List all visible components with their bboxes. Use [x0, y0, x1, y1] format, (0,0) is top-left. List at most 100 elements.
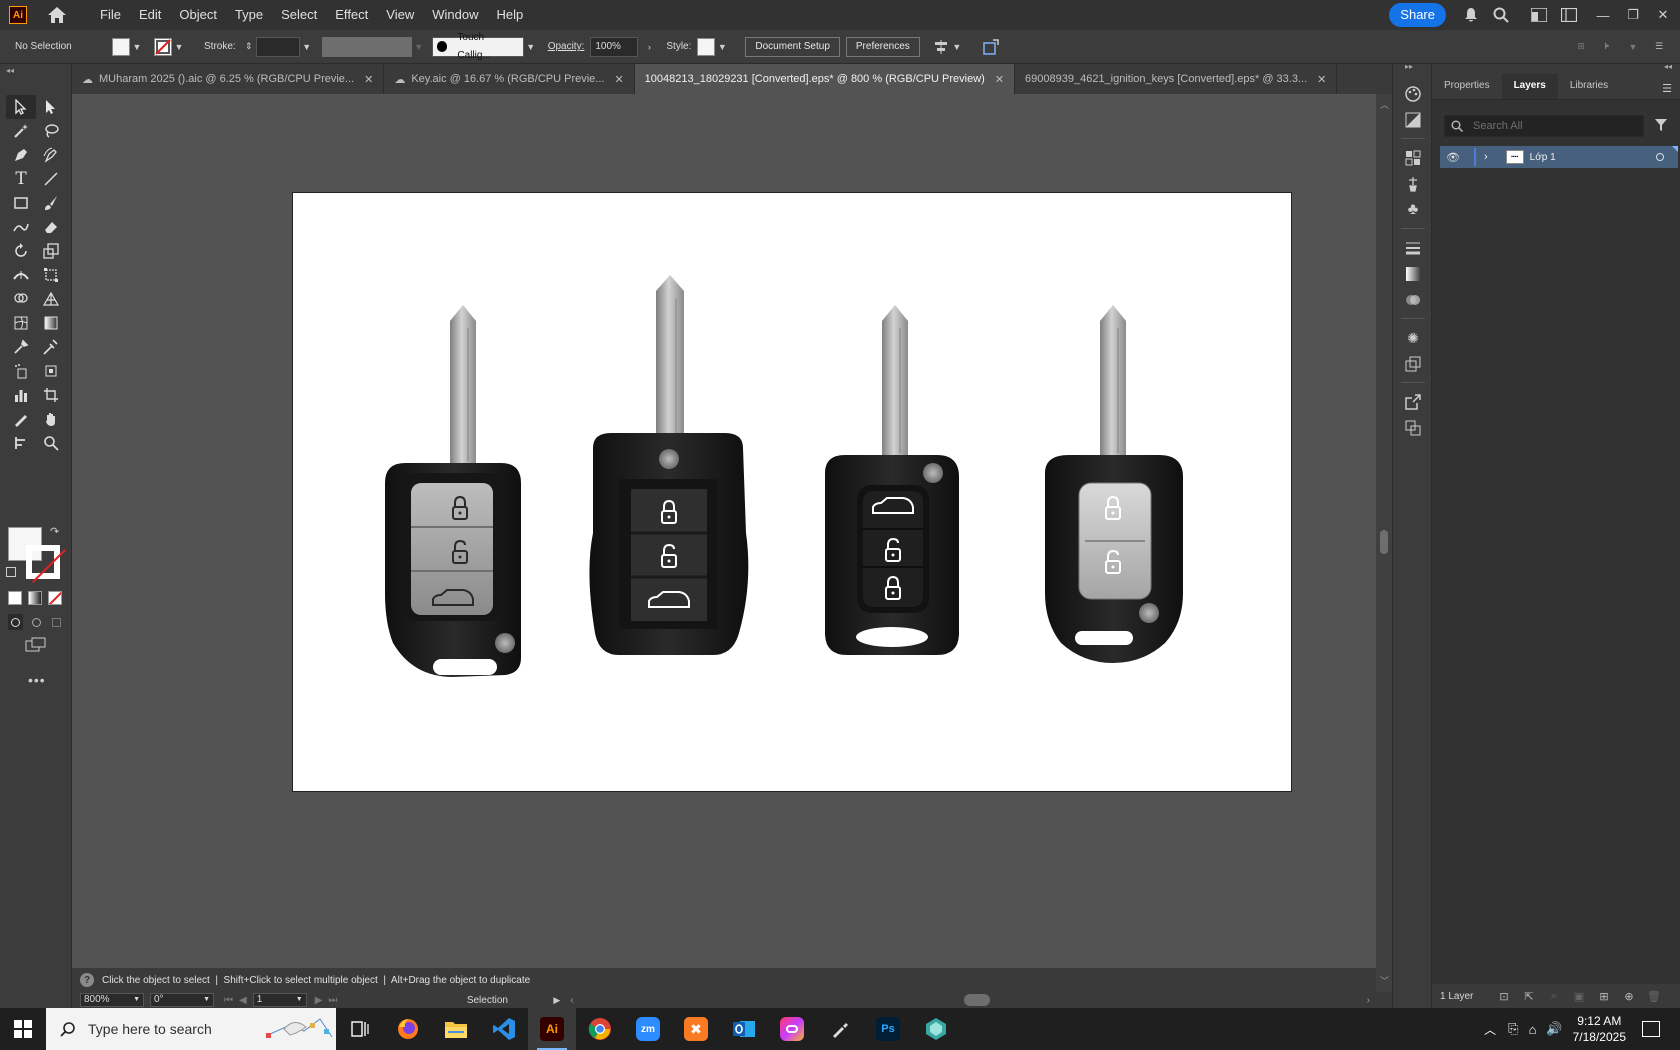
gradient-panel-icon[interactable] — [1403, 264, 1423, 284]
chevron-down-icon[interactable]: ▼ — [296, 994, 303, 1006]
stroke-weight-field[interactable] — [255, 36, 300, 57]
default-fill-stroke-icon[interactable] — [6, 567, 16, 577]
curvature-tool-icon[interactable] — [36, 143, 66, 167]
chevron-down-icon[interactable]: ﹀ — [1380, 974, 1389, 987]
brushes-icon[interactable] — [1403, 174, 1423, 194]
chevron-down-icon[interactable]: ▼ — [300, 40, 314, 54]
chevron-down-icon[interactable]: ▼ — [1626, 40, 1640, 54]
collect-for-export-icon[interactable]: ⊡ — [1497, 989, 1511, 1003]
menu-select[interactable]: Select — [272, 0, 326, 30]
selection-tool-icon[interactable] — [6, 95, 36, 119]
chevron-down-icon[interactable]: ▼ — [715, 40, 729, 54]
align-options-icon[interactable]: ⊧ — [1600, 40, 1614, 54]
chrome-icon[interactable] — [576, 1008, 624, 1050]
color-mode-icon[interactable] — [8, 591, 22, 605]
help-icon[interactable]: ? — [80, 973, 94, 987]
swap-fill-stroke-icon[interactable]: ↷ — [50, 525, 59, 538]
target-icon[interactable] — [1656, 153, 1664, 161]
workspace-switcher-icon[interactable] — [1560, 6, 1578, 24]
status-menu-icon[interactable]: ▶ — [553, 995, 560, 1006]
first-artboard-icon[interactable]: ⏮ — [224, 995, 233, 1006]
scroll-left-icon[interactable]: ‹ — [570, 995, 573, 1006]
key-fob-2[interactable] — [589, 275, 749, 655]
illustrator-app-icon[interactable]: Ai — [528, 1008, 576, 1050]
tab-muharam[interactable]: ☁ MUharam 2025 ().aic @ 6.25 % (RGB/CPU … — [72, 64, 385, 94]
graphic-style-swatch[interactable] — [697, 37, 716, 56]
horizontal-scroll-thumb[interactable] — [964, 994, 990, 1006]
mesh-tool-icon[interactable] — [6, 311, 36, 335]
panel-menu-icon[interactable]: ☰ — [1652, 40, 1666, 54]
menu-help[interactable]: Help — [487, 0, 532, 30]
menu-edit[interactable]: Edit — [130, 0, 170, 30]
close-icon[interactable]: ✕ — [1317, 73, 1326, 86]
fill-swatch[interactable] — [112, 37, 130, 56]
tab-converted-eps[interactable]: 10048213_18029231 [Converted].eps* @ 800… — [634, 64, 1016, 94]
lasso-tool-icon[interactable] — [36, 119, 66, 143]
create-sublayer-icon[interactable]: ⊞ — [1597, 989, 1611, 1003]
column-graph-tool-icon[interactable] — [6, 383, 36, 407]
notifications-icon[interactable] — [1642, 1021, 1660, 1037]
slice-tool-icon[interactable] — [6, 407, 36, 431]
chevron-right-icon[interactable]: › — [642, 40, 656, 54]
menu-effect[interactable]: Effect — [326, 0, 377, 30]
export-icon[interactable] — [1403, 392, 1423, 412]
stepper-icon[interactable]: ⇕ — [242, 40, 256, 54]
menu-file[interactable]: File — [91, 0, 130, 30]
creative-cloud-icon[interactable] — [768, 1008, 816, 1050]
locate-object-icon[interactable]: ⌕ — [1547, 989, 1561, 1003]
artboard-tool-icon[interactable] — [36, 383, 66, 407]
eyedropper-tool-icon[interactable] — [6, 335, 36, 359]
align-icon[interactable] — [932, 39, 950, 54]
collapse-arrows-icon[interactable]: ◂◂ — [6, 66, 14, 75]
scroll-thumb[interactable] — [1380, 530, 1388, 554]
key-fob-4[interactable] — [1045, 305, 1183, 663]
rotation-field[interactable]: 0° ▼ — [150, 993, 214, 1007]
create-new-layer-icon[interactable]: ⊕ — [1622, 989, 1636, 1003]
free-transform-tool-icon[interactable] — [36, 263, 66, 287]
chevron-up-icon[interactable]: ︿ — [1380, 98, 1389, 111]
search-icon[interactable] — [1492, 6, 1510, 24]
menu-type[interactable]: Type — [226, 0, 272, 30]
key-fob-1[interactable] — [385, 305, 521, 677]
eraser-tool-icon[interactable] — [36, 215, 66, 239]
hand-tool-icon[interactable] — [36, 407, 66, 431]
menu-object[interactable]: Object — [170, 0, 226, 30]
stroke-panel-icon[interactable] — [1403, 238, 1423, 258]
more-tools-icon[interactable]: ••• — [28, 672, 46, 688]
last-artboard-icon[interactable]: ⏭ — [328, 995, 337, 1006]
gradient-mode-icon[interactable] — [28, 591, 42, 605]
menu-window[interactable]: Window — [423, 0, 487, 30]
tab-ignition-keys[interactable]: 69008939_4621_ignition_keys [Converted].… — [1015, 64, 1338, 94]
share-button[interactable]: Share — [1389, 3, 1446, 27]
symbol-sprayer-tool-icon[interactable] — [6, 359, 36, 383]
pen-tool-icon[interactable] — [6, 143, 36, 167]
arrange-panel-icon[interactable] — [982, 38, 1000, 55]
opacity-label[interactable]: Opacity: — [548, 41, 585, 52]
tab-layers[interactable]: Layers — [1501, 73, 1558, 99]
restore-icon[interactable]: ❐ — [1620, 5, 1646, 25]
transform-icon[interactable]: ⊞ — [1574, 40, 1588, 54]
draw-behind-icon[interactable] — [29, 614, 44, 630]
close-icon[interactable]: ✕ — [995, 73, 1004, 86]
home-icon[interactable] — [47, 6, 67, 24]
make-clipping-mask-icon[interactable]: ▣ — [1572, 989, 1586, 1003]
shape-builder-tool-icon[interactable] — [6, 287, 36, 311]
chevron-down-icon[interactable]: ▼ — [524, 40, 538, 54]
task-view-icon[interactable] — [336, 1008, 384, 1050]
scroll-right-icon[interactable]: › — [1367, 995, 1370, 1006]
blend-tool-icon[interactable] — [36, 335, 66, 359]
scale-tool-icon[interactable] — [36, 239, 66, 263]
vertical-scrollbar[interactable]: ︿ ﹀ — [1376, 94, 1392, 1008]
chevron-down-icon[interactable]: ▼ — [130, 40, 144, 54]
filter-icon[interactable] — [1654, 118, 1668, 135]
chevron-up-icon[interactable]: ︿ — [1484, 1021, 1496, 1038]
gradient-tool-icon[interactable] — [36, 311, 66, 335]
export-layer-icon[interactable]: ⇱ — [1522, 989, 1536, 1003]
panel-menu-icon[interactable]: ☰ — [1662, 82, 1672, 95]
magic-wand-tool-icon[interactable] — [6, 119, 36, 143]
symbols-icon[interactable]: ♣ — [1403, 200, 1423, 220]
zoom-icon[interactable]: zm — [624, 1008, 672, 1050]
key-fob-3[interactable] — [825, 305, 959, 655]
artboard[interactable] — [292, 192, 1292, 792]
color-palette-icon[interactable] — [1403, 84, 1423, 104]
